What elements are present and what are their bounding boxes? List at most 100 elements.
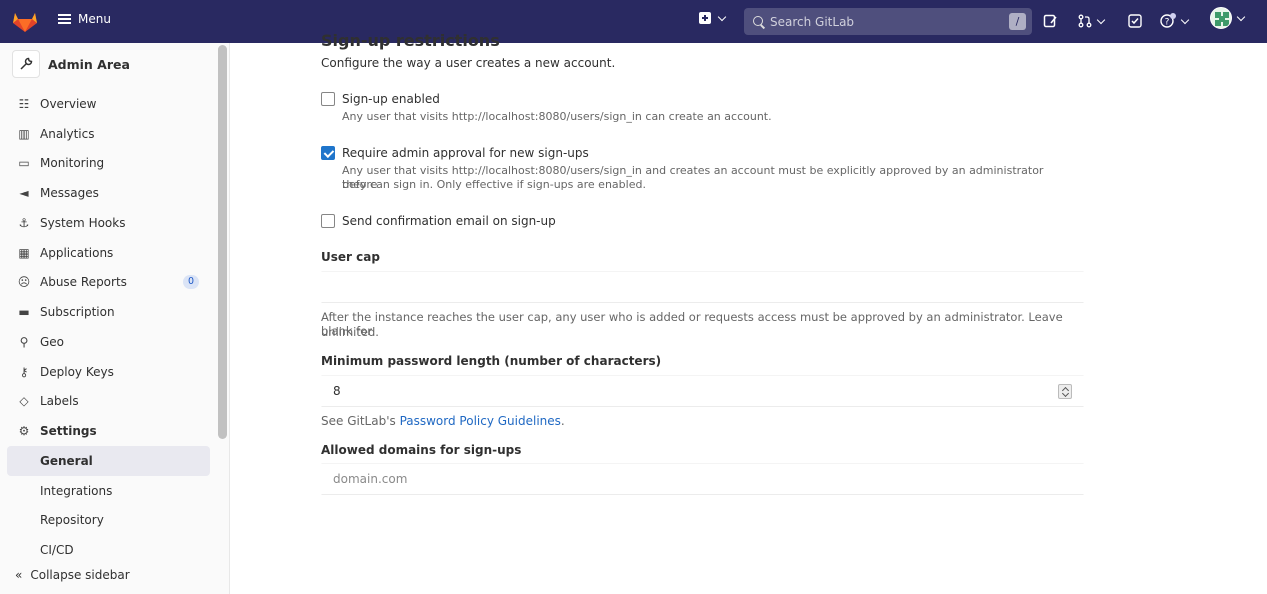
help-dropdown[interactable]: ? bbox=[1160, 13, 1190, 29]
confirmation-email-checkbox[interactable] bbox=[321, 214, 335, 228]
chevron-down-icon bbox=[1096, 15, 1106, 24]
chart-icon: ▥ bbox=[18, 126, 30, 141]
allowed-domains-input[interactable]: domain.com bbox=[321, 463, 1084, 495]
user-menu-dropdown[interactable] bbox=[1210, 7, 1246, 29]
issues-icon bbox=[1043, 14, 1057, 28]
count-badge: 0 bbox=[182, 275, 199, 290]
hamburger-icon bbox=[58, 14, 71, 24]
sidebar-subitem-ci-cd[interactable]: CI/CD bbox=[7, 535, 210, 565]
help-icon: ? bbox=[1160, 13, 1176, 28]
sidebar-item-label: Monitoring bbox=[40, 156, 105, 171]
sidebar-item-label: Deploy Keys bbox=[40, 364, 114, 379]
password-policy-help: See GitLab's Password Policy Guidelines. bbox=[321, 414, 565, 428]
sidebar-item-label: System Hooks bbox=[40, 215, 126, 230]
number-stepper[interactable] bbox=[1058, 384, 1072, 399]
issues-button[interactable] bbox=[1043, 13, 1057, 29]
search-shortcut-hint: / bbox=[1009, 13, 1026, 30]
search-box[interactable]: / bbox=[744, 8, 1032, 35]
chevron-down-icon bbox=[1236, 12, 1246, 21]
merge-request-icon bbox=[1078, 14, 1092, 28]
sidebar-item-label: Geo bbox=[40, 334, 65, 349]
sidebar-item-settings[interactable]: ⚙ Settings bbox=[7, 416, 210, 446]
location-icon: ⚲ bbox=[19, 334, 29, 349]
require-approval-label: Require admin approval for new sign-ups bbox=[342, 146, 589, 160]
sidebar-subitem-general[interactable]: General bbox=[7, 446, 210, 476]
require-approval-checkbox-row[interactable]: Require admin approval for new sign-ups bbox=[321, 146, 589, 160]
avatar bbox=[1210, 7, 1232, 29]
sidebar-title: Admin Area bbox=[48, 56, 130, 72]
sidebar-item-label: Messages bbox=[40, 186, 99, 201]
signup-enabled-label: Sign-up enabled bbox=[342, 92, 440, 106]
grid-icon: ▦ bbox=[18, 245, 30, 260]
sidebar-item-analytics[interactable]: ▥ Analytics bbox=[7, 119, 210, 149]
sidebar-item-abuse-reports[interactable]: ☹ Abuse Reports 0 bbox=[7, 268, 210, 298]
sidebar-item-messages[interactable]: ◄ Messages bbox=[7, 178, 210, 208]
min-password-value: 8 bbox=[333, 384, 341, 398]
sidebar-item-label: Abuse Reports bbox=[40, 275, 127, 290]
double-chevron-left-icon: « bbox=[15, 568, 23, 582]
section-heading: Sign-up restrictions bbox=[321, 31, 500, 50]
sidebar-item-label: Repository bbox=[40, 513, 104, 528]
signup-enabled-help: Any user that visits http://localhost:80… bbox=[342, 110, 772, 123]
sidebar-subitem-integrations[interactable]: Integrations bbox=[7, 476, 210, 506]
signup-enabled-checkbox[interactable] bbox=[321, 92, 335, 106]
password-policy-link[interactable]: Password Policy Guidelines bbox=[400, 414, 561, 428]
top-navbar: Menu / ? bbox=[0, 0, 1267, 43]
sidebar-subitem-repository[interactable]: Repository bbox=[7, 506, 210, 536]
sad-face-icon: ☹ bbox=[17, 275, 31, 290]
require-approval-help-line2: they can sign in. Only effective if sign… bbox=[342, 178, 646, 191]
collapse-sidebar-label: Collapse sidebar bbox=[30, 568, 130, 582]
sidebar-item-labels[interactable]: ◇ Labels bbox=[7, 387, 210, 417]
user-cap-help-line2: unlimited. bbox=[321, 325, 379, 339]
todos-button[interactable] bbox=[1128, 13, 1142, 29]
sidebar-item-applications[interactable]: ▦ Applications bbox=[7, 238, 210, 268]
sidebar-header[interactable]: Admin Area bbox=[12, 50, 130, 78]
plus-square-icon bbox=[699, 12, 711, 24]
sidebar-item-system-hooks[interactable]: ⚓ System Hooks bbox=[7, 208, 210, 238]
password-policy-prefix: See GitLab's bbox=[321, 414, 400, 428]
sidebar-item-monitoring[interactable]: ▭ Monitoring bbox=[7, 149, 210, 179]
label-icon: ◇ bbox=[19, 394, 29, 409]
sidebar-item-label: Subscription bbox=[40, 305, 115, 320]
monitor-icon: ▭ bbox=[18, 156, 30, 171]
sidebar-scrollbar[interactable] bbox=[218, 45, 227, 439]
search-icon bbox=[753, 15, 765, 28]
credit-card-icon: ▬ bbox=[18, 305, 30, 320]
collapse-sidebar-button[interactable]: « Collapse sidebar bbox=[15, 568, 130, 582]
min-password-label: Minimum password length (number of chara… bbox=[321, 354, 662, 368]
overview-icon: ☷ bbox=[18, 96, 30, 111]
confirmation-email-checkbox-row[interactable]: Send confirmation email on sign-up bbox=[321, 214, 556, 228]
user-cap-input[interactable] bbox=[321, 271, 1084, 303]
sidebar-item-deploy-keys[interactable]: ⚷ Deploy Keys bbox=[7, 357, 210, 387]
sidebar-menu: ☷ Overview ▥ Analytics ▭ Monitoring ◄ Messag… bbox=[7, 89, 210, 565]
menu-button[interactable]: Menu bbox=[58, 12, 111, 26]
svg-text:?: ? bbox=[1165, 18, 1170, 28]
bullhorn-icon: ◄ bbox=[19, 186, 29, 201]
signup-enabled-checkbox-row[interactable]: Sign-up enabled bbox=[321, 92, 440, 106]
menu-label: Menu bbox=[78, 12, 111, 26]
sidebar-item-label: CI/CD bbox=[40, 543, 74, 558]
gear-icon: ⚙ bbox=[18, 424, 30, 439]
search-input[interactable] bbox=[770, 14, 990, 29]
sidebar-item-label: Integrations bbox=[40, 483, 113, 498]
new-item-dropdown[interactable] bbox=[699, 12, 727, 24]
sidebar-item-label: Settings bbox=[40, 424, 97, 439]
user-cap-label: User cap bbox=[321, 250, 380, 264]
sidebar-item-geo[interactable]: ⚲ Geo bbox=[7, 327, 210, 357]
password-policy-suffix: . bbox=[560, 414, 565, 428]
chevron-down-icon bbox=[717, 12, 727, 21]
todo-check-icon bbox=[1128, 14, 1142, 28]
sidebar-item-subscription[interactable]: ▬ Subscription bbox=[7, 297, 210, 327]
gitlab-logo-icon[interactable] bbox=[12, 9, 38, 33]
confirmation-email-label: Send confirmation email on sign-up bbox=[342, 214, 556, 228]
sidebar-item-overview[interactable]: ☷ Overview bbox=[7, 89, 210, 119]
min-password-input[interactable]: 8 bbox=[321, 375, 1084, 407]
merge-requests-dropdown[interactable] bbox=[1078, 13, 1106, 29]
wrench-icon bbox=[12, 50, 40, 78]
section-description: Configure the way a user creates a new a… bbox=[321, 56, 616, 70]
anchor-icon: ⚓ bbox=[18, 215, 30, 230]
require-approval-checkbox[interactable] bbox=[321, 146, 335, 160]
sidebar-item-label: Labels bbox=[40, 394, 79, 409]
sidebar-item-label: General bbox=[40, 453, 93, 468]
chevron-down-icon bbox=[1180, 15, 1190, 24]
